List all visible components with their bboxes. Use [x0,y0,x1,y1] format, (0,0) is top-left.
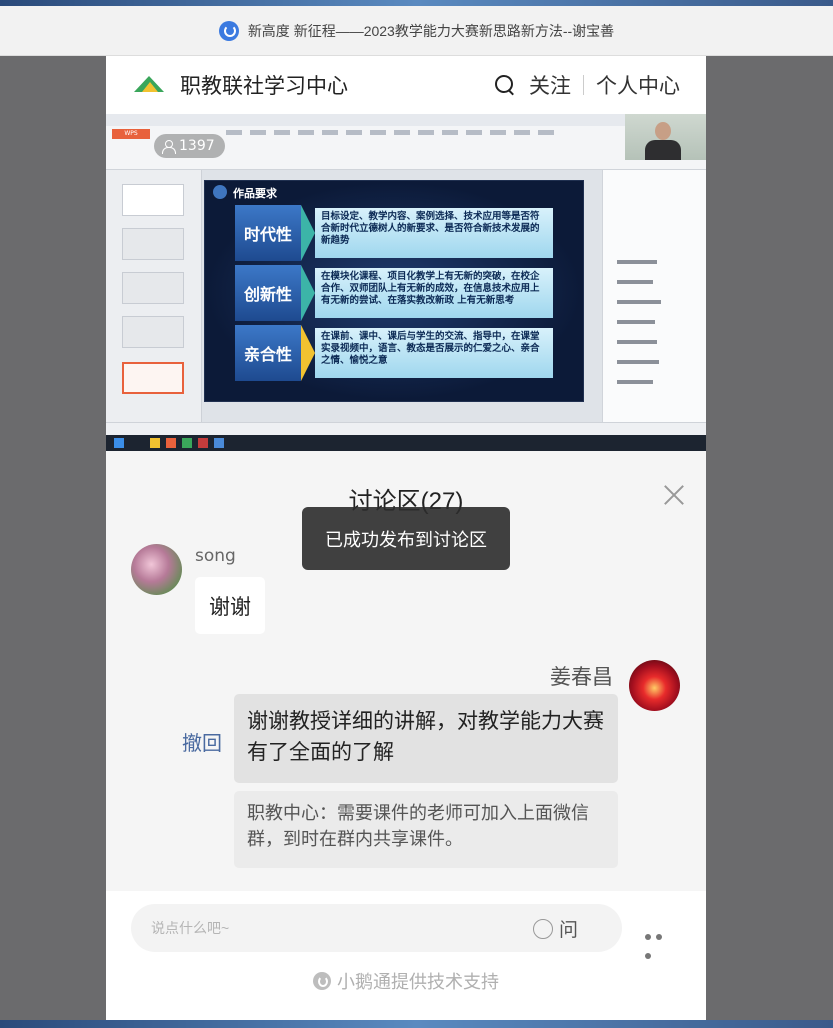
left-background [0,56,106,1028]
search-icon[interactable] [495,75,515,95]
avatar [131,544,182,595]
app-icon [214,438,224,448]
follow-button[interactable]: 关注 [529,70,571,100]
slide-row-arrow-icon [301,325,315,381]
site-favicon-icon [218,20,239,41]
slide-thumbnail [122,184,184,216]
slide-title: 作品要求 [233,187,277,200]
slide-row: 时代性 目标设定、教学内容、案例选择、技术应用等是否符合新时代立德树人的新要求、… [235,205,555,261]
reply-note: 职教中心：需要课件的老师可加入上面微信群，到时在群内共享课件。 [234,791,618,868]
slide-bullet-icon [213,185,227,199]
header-actions: 关注 个人中心 [495,70,680,100]
profile-link[interactable]: 个人中心 [596,70,680,100]
discussion-panel: 讨论区(27) song 谢谢 姜春昌 撤回 谢谢教授详细的讲解，对教学能力大赛… [106,451,706,891]
slide-row: 创新性 在模块化课程、项目化教学上有无新的突破，在校企合作、双师团队上有无新的成… [235,265,555,321]
slide-row-arrow-icon [301,205,315,261]
slide-thumbnail-panel [106,170,202,422]
ppt-side-panel [602,170,706,422]
browser-title-bar: 新高度 新征程——2023教学能力大赛新思路新方法--谢宝善 [0,6,833,56]
powered-by: 小鹅通提供技术支持 [106,968,706,994]
slide-thumbnail [122,272,184,304]
slide-row-tag: 亲合性 [235,325,301,381]
mobile-page: 职教联社学习中心 关注 个人中心 WPS 1397 作品要求 时代性 目标设定、… [106,56,706,1022]
slide-canvas-area: 作品要求 时代性 目标设定、教学内容、案例选择、技术应用等是否符合新时代立德树人… [202,170,602,422]
wps-icon [198,438,208,448]
wps-menu-button: WPS [112,129,150,139]
slide-row-tag: 时代性 [235,205,301,261]
slide-row-text: 目标设定、教学内容、案例选择、技术应用等是否符合新时代立德树人的新要求、是否符合… [315,208,553,258]
windows-taskbar [106,435,706,451]
message-author: 姜春昌 [550,665,613,689]
message-author: song [195,546,236,566]
slide-row-tag: 创新性 [235,265,301,321]
app-icon [166,438,176,448]
slide-row-text: 在课前、课中、课后与学生的交流、指导中，在课堂实录视频中，语言、教态是否展示的仁… [315,328,553,378]
browser-tab-title: 新高度 新征程——2023教学能力大赛新思路新方法--谢宝善 [247,22,615,39]
slide: 作品要求 时代性 目标设定、教学内容、案例选择、技术应用等是否符合新时代立德树人… [204,180,584,402]
logo-icon [132,74,168,96]
slide-row-text: 在模块化课程、项目化教学上有无新的突破，在校企合作、双师团队上有无新的成效，在信… [315,268,553,318]
comment-input-placeholder: 说点什么吧~ [151,920,230,936]
folder-icon [150,438,160,448]
right-background [706,56,833,1028]
toast-message: 已成功发布到讨论区 [302,507,510,570]
viewer-person-icon [162,139,176,154]
browser-icon [182,438,192,448]
desktop-bottom-strip [0,1020,833,1028]
avatar [629,660,680,711]
slide-thumbnail-selected [122,362,184,394]
slide-thumbnail [122,316,184,348]
slide-thumbnail [122,228,184,260]
xiaoetong-logo-icon [313,972,331,990]
more-icon[interactable] [645,925,677,959]
live-video-player[interactable]: WPS 1397 作品要求 时代性 目标设定、教学内容、案例选择、技术应用等是否… [106,114,706,451]
app-title: 职教联社学习中心 [180,75,348,98]
powered-by-text: 小鹅通提供技术支持 [337,972,499,992]
slide-row: 亲合性 在课前、课中、课后与学生的交流、指导中，在课堂实录视频中，语言、教态是否… [235,325,555,381]
close-icon[interactable] [663,484,685,506]
ppt-tabs-bar [106,114,706,126]
message-bubble: 谢谢 [195,577,265,634]
app-header: 职教联社学习中心 关注 个人中心 [106,56,706,114]
recall-button[interactable]: 撤回 [182,727,222,756]
header-divider [583,75,584,95]
radio-circle-icon [533,918,553,939]
ppt-status-bar [106,422,706,435]
viewer-count-badge: 1397 [154,134,225,158]
windows-start-icon [114,438,124,448]
ask-label: 问 [559,919,579,941]
viewer-count: 1397 [179,138,215,154]
ribbon-tool-row [226,130,606,136]
slide-row-arrow-icon [301,265,315,321]
presenter-webcam [625,114,706,160]
comment-footer: 说点什么吧~ 问 小鹅通提供技术支持 [106,891,706,1022]
ask-question-toggle[interactable]: 问 [533,915,578,942]
message-bubble: 谢谢教授详细的讲解，对教学能力大赛有了全面的了解 [234,694,618,783]
